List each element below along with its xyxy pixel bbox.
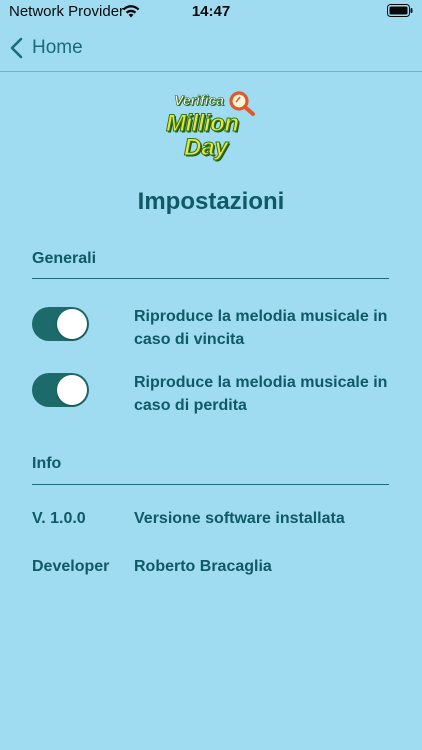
toggle-melody-win[interactable] <box>32 307 89 341</box>
divider <box>32 278 389 279</box>
back-label: Home <box>32 37 83 58</box>
app-logo: Verifica Million Day <box>162 90 260 166</box>
section-header-info: Info <box>32 455 62 472</box>
divider <box>32 484 389 485</box>
logo-text-day: Day <box>183 134 229 162</box>
clock: 14:47 <box>191 3 231 20</box>
info-value-version: Versione software installata <box>134 510 345 527</box>
info-key-version: V. 1.0.0 <box>32 510 86 527</box>
logo-text-verifica: Verifica <box>174 92 225 109</box>
status-bar: Network Provider 14:47 <box>0 0 422 24</box>
toggle-knob <box>57 309 87 339</box>
page-title: Impostazioni <box>137 188 285 215</box>
toggle-melody-loss[interactable] <box>32 373 89 407</box>
section-header-general: Generali <box>32 250 97 267</box>
toggle-knob <box>57 375 87 405</box>
chevron-left-icon <box>10 37 23 59</box>
nav-bar: Home <box>0 24 422 72</box>
battery-icon <box>387 4 413 17</box>
info-key-developer: Developer <box>32 558 110 575</box>
toggle-label-win: Riproduce la melodia musicale in caso di… <box>134 308 388 348</box>
toggle-label-loss: Riproduce la melodia musicale in caso di… <box>134 374 388 414</box>
back-button[interactable]: Home <box>8 34 83 62</box>
info-value-developer: Roberto Bracaglia <box>134 558 272 575</box>
